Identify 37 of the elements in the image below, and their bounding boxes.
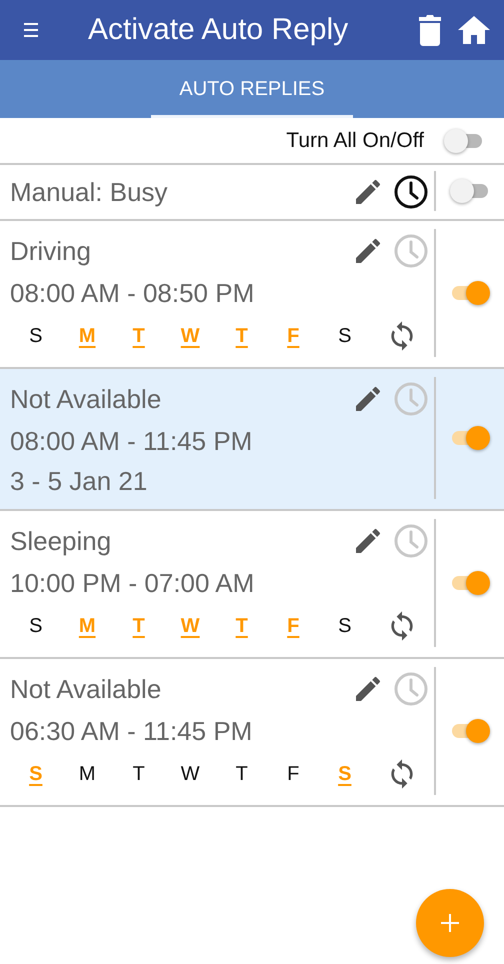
trash-icon[interactable] [418,14,442,46]
reply-item[interactable]: Manual: Busy [0,165,504,221]
reply-title: Driving [10,236,92,266]
weekday-toggle[interactable]: W [164,762,216,786]
weekday-toggle[interactable]: S [10,324,62,348]
weekday-toggle[interactable]: T [216,762,268,786]
app-title: Activate Auto Reply [88,13,350,47]
clock-icon[interactable] [394,175,428,209]
plus-icon [441,914,459,932]
toggle-label: Turn All On/Off [286,128,424,152]
reply-title: Not Available [10,384,162,414]
time-range: 08:00 AM - 11:45 PM [10,425,254,458]
time-range: 10:00 PM - 07:00 AM [10,567,256,600]
weekday-toggle[interactable]: S [319,614,370,638]
time-range: 06:30 AM - 11:45 PM [10,715,254,748]
weekday-toggle[interactable]: M [62,762,113,786]
date-range: 3 - 5 Jan 21 [10,465,148,498]
weekday-toggle[interactable]: S [10,614,62,638]
reply-title: Sleeping [10,526,112,556]
time-range: 08:00 AM - 08:50 PM [10,277,256,310]
reply-title: Manual: Busy [10,176,169,208]
home-icon[interactable] [458,16,490,44]
reply-item[interactable]: Not Available 08:00 AM - 11:45 PM 3 - 5 Jan 21 [0,369,504,511]
reply-item[interactable]: Sleeping 10:00 PM - 07:00 AM S M T W T F S [0,511,504,659]
weekday-toggle[interactable]: F [268,762,319,786]
toggle-switch[interactable] [450,280,490,306]
weekday-toggle[interactable]: T [113,762,164,786]
reply-item[interactable]: Not Available 06:30 AM - 11:45 PM S M T W T F S [0,659,504,807]
toggle-switch[interactable] [444,128,484,154]
toggle-switch[interactable] [450,570,490,596]
toggle-switch[interactable] [450,718,490,744]
weekday-toggle[interactable]: S [319,324,370,348]
reply-title: Not Available [10,674,162,704]
tab[interactable]: AUTO REPLIES [151,60,353,118]
toggle-switch[interactable] [450,178,490,204]
toggle-switch[interactable] [450,425,490,451]
menu-icon[interactable] [24,21,38,39]
